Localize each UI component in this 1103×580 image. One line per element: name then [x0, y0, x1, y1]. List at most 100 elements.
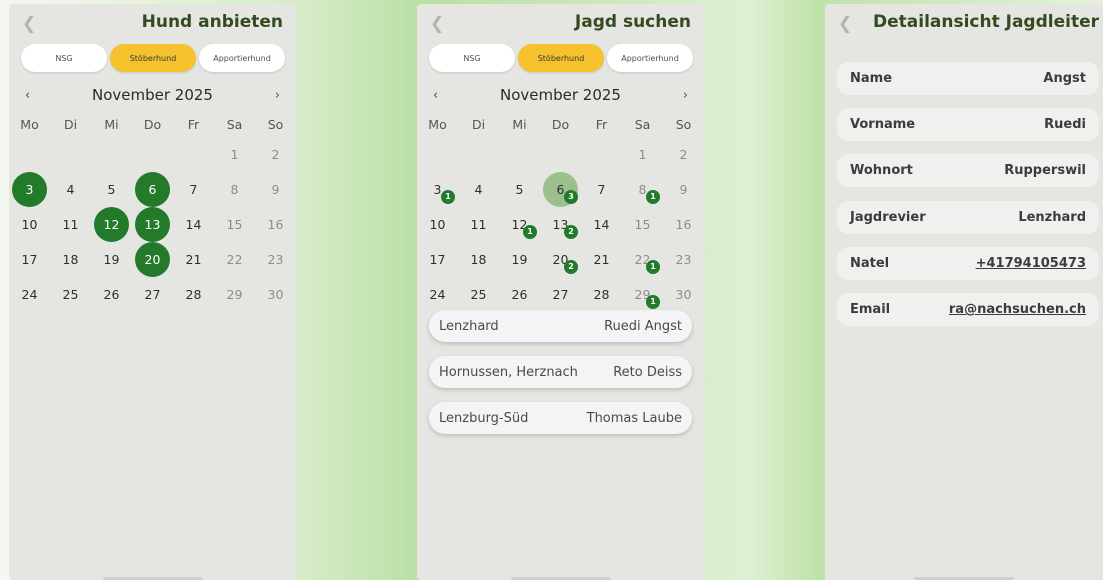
detail-label: Email [850, 302, 891, 317]
calendar-day-cell[interactable]: 30 [663, 277, 704, 312]
calendar-day-cell[interactable]: 11 [458, 207, 499, 242]
hunt-list-item[interactable]: Hornussen, Herznach Reto Deiss [429, 356, 692, 388]
weekday-label: Do [551, 117, 570, 132]
calendar-day-cell[interactable]: 18 [50, 242, 91, 277]
calendar-day-cell[interactable]: 20 2 [540, 242, 581, 277]
calendar-day-cell[interactable]: 19 [499, 242, 540, 277]
dog-type-segmented-control: NSG Stöberhund Apportierhund [21, 44, 285, 72]
calendar-day-cell[interactable]: 29 1 [622, 277, 663, 312]
calendar-day-cell[interactable]: 4 [458, 172, 499, 207]
calendar-day-cell[interactable]: 28 [173, 277, 214, 312]
calendar-day-cell[interactable]: 27 [540, 277, 581, 312]
calendar-day-cell[interactable]: 12 1 [499, 207, 540, 242]
calendar-day-cell[interactable]: 5 [91, 172, 132, 207]
calendar-day: 3 [12, 172, 47, 207]
calendar-day-cell[interactable]: 15 [214, 207, 255, 242]
calendar-day-cell[interactable]: 3 [9, 172, 50, 207]
calendar-day-cell[interactable]: 24 [417, 277, 458, 312]
calendar-day-cell[interactable]: 25 [50, 277, 91, 312]
phone-link[interactable]: +41794105473 [976, 256, 1086, 271]
weekday-label: Fr [187, 117, 200, 132]
calendar-day-cell[interactable]: 31 [417, 172, 458, 207]
next-month-icon[interactable]: › [683, 88, 688, 103]
calendar-day-cell[interactable]: 20 [132, 242, 173, 277]
calendar-day: 4 [66, 182, 75, 197]
segment-nsg[interactable]: NSG [429, 44, 515, 72]
calendar-day-cell[interactable]: 1 [214, 137, 255, 172]
calendar-day-cell[interactable]: 10 [417, 207, 458, 242]
back-chevron-icon[interactable]: ❮ [838, 14, 852, 34]
email-link[interactable]: ra@nachsuchen.ch [949, 302, 1086, 317]
weekday-label: So [267, 117, 284, 132]
hunt-place: Hornussen, Herznach [439, 364, 578, 380]
detail-value: Rupperswil [1004, 163, 1086, 178]
weekday-header: Mo Di Mi Do Fr Sa So [9, 115, 296, 137]
calendar-day-cell[interactable]: 18 [458, 242, 499, 277]
calendar-day-cell[interactable]: 14 [173, 207, 214, 242]
next-month-icon[interactable]: › [275, 88, 280, 103]
calendar-day-cell[interactable]: 7 [173, 172, 214, 207]
calendar-day: 20 [135, 242, 170, 277]
calendar-day-cell[interactable]: 26 [91, 277, 132, 312]
calendar-day-cell[interactable]: 14 [581, 207, 622, 242]
calendar-day-cell[interactable]: 30 [255, 277, 296, 312]
segment-apportierhund[interactable]: Apportierhund [199, 44, 285, 72]
hunt-count-badge: 1 [646, 190, 660, 204]
calendar-day: 15 [634, 217, 651, 232]
back-chevron-icon[interactable]: ❮ [430, 14, 444, 34]
weekday-label: Fr [595, 117, 608, 132]
calendar-day-cell[interactable]: 21 [173, 242, 214, 277]
hunt-list-item[interactable]: Lenzhard Ruedi Angst [429, 310, 692, 342]
page-title: Hund anbieten [141, 12, 283, 32]
calendar-day-cell[interactable]: 16 [663, 207, 704, 242]
calendar-day-cell[interactable]: 13 2 [540, 207, 581, 242]
calendar-day-cell[interactable]: 25 [458, 277, 499, 312]
calendar-day-cell[interactable]: 9 [255, 172, 296, 207]
calendar-day-cell [91, 137, 132, 172]
hunt-list-item[interactable]: Lenzburg-Süd Thomas Laube [429, 402, 692, 434]
segment-apportierhund[interactable]: Apportierhund [607, 44, 693, 72]
calendar-day-cell[interactable]: 81 [622, 172, 663, 207]
month-label: November 2025 [500, 86, 621, 104]
segment-stoeberhund[interactable]: Stöberhund [518, 44, 604, 72]
month-navigation: ‹ November 2025 › [417, 86, 704, 108]
calendar-day-cell[interactable]: 63 [540, 172, 581, 207]
back-chevron-icon[interactable]: ❮ [22, 14, 36, 34]
segment-nsg[interactable]: NSG [21, 44, 107, 72]
calendar-day-cell[interactable]: 16 [255, 207, 296, 242]
calendar-day-cell[interactable]: 23 [663, 242, 704, 277]
calendar-day-cell[interactable]: 5 [499, 172, 540, 207]
calendar-day: 7 [597, 182, 606, 197]
calendar-day-cell[interactable]: 11 [50, 207, 91, 242]
calendar-day-cell[interactable]: 28 [581, 277, 622, 312]
calendar-day-cell[interactable]: 26 [499, 277, 540, 312]
calendar-day-cell[interactable]: 19 [91, 242, 132, 277]
calendar-day-cell[interactable]: 7 [581, 172, 622, 207]
calendar-day-cell[interactable]: 22 1 [622, 242, 663, 277]
calendar-day-cell[interactable]: 17 [9, 242, 50, 277]
calendar-day-cell[interactable]: 2 [255, 137, 296, 172]
calendar-day-cell[interactable]: 23 [255, 242, 296, 277]
calendar-day-cell[interactable]: 21 [581, 242, 622, 277]
weekday-label: Di [63, 117, 78, 132]
calendar-day-cell[interactable]: 15 [622, 207, 663, 242]
calendar-day-cell[interactable]: 10 [9, 207, 50, 242]
weekday-label: Mi [512, 117, 527, 132]
calendar-day-cell[interactable]: 4 [50, 172, 91, 207]
calendar-day-cell[interactable]: 22 [214, 242, 255, 277]
calendar-day-cell[interactable]: 6 [132, 172, 173, 207]
calendar-day-cell[interactable]: 1 [622, 137, 663, 172]
calendar-day-cell[interactable]: 9 [663, 172, 704, 207]
calendar-day-cell[interactable]: 27 [132, 277, 173, 312]
calendar-day: 14 [185, 217, 202, 232]
segment-stoeberhund[interactable]: Stöberhund [110, 44, 196, 72]
calendar-day-cell[interactable]: 8 [214, 172, 255, 207]
calendar-day-cell[interactable]: 12 [91, 207, 132, 242]
calendar-day-cell[interactable]: 29 [214, 277, 255, 312]
calendar-day-cell[interactable]: 24 [9, 277, 50, 312]
calendar-day-cell[interactable]: 13 [132, 207, 173, 242]
calendar-day-cell[interactable]: 2 [663, 137, 704, 172]
calendar-day-cell[interactable]: 17 [417, 242, 458, 277]
hunt-count-badge: 1 [441, 190, 455, 204]
calendar-week: 24 25 26 27 28 29 30 [9, 277, 296, 312]
